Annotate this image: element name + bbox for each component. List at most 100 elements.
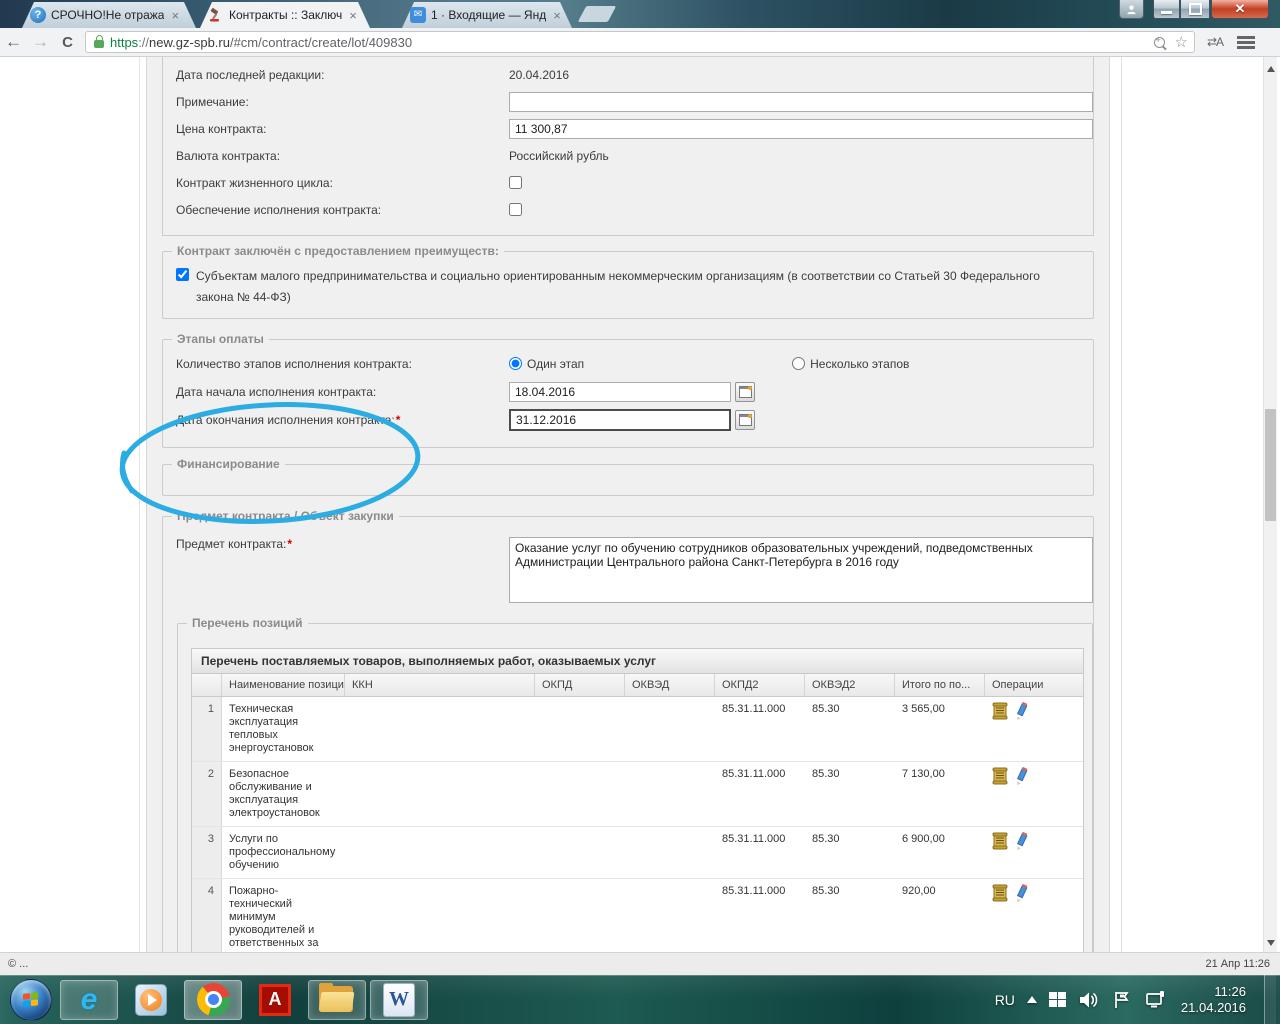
characteristics-scroll-icon[interactable] (992, 832, 1009, 851)
network-icon[interactable] (1143, 990, 1167, 1009)
enforcement-checkbox[interactable] (509, 203, 522, 216)
start-date-input[interactable] (509, 381, 731, 402)
chrome-menu-icon[interactable] (1237, 35, 1256, 49)
window-minimize-button[interactable] (1153, 0, 1180, 19)
column-header-okpd2[interactable]: ОКПД2 (715, 674, 805, 696)
position-okved2: 85.30 (812, 768, 840, 780)
note-input[interactable] (509, 91, 1093, 112)
url-text[interactable]: https://new.gz-spb.ru/#cm/contract/creat… (110, 35, 1146, 50)
taskbar-media-player-button[interactable] (122, 980, 180, 1020)
language-indicator[interactable]: RU (995, 992, 1015, 1008)
action-center-flag-icon[interactable] (1113, 991, 1131, 1009)
currency-value: Российский рубль (509, 148, 609, 163)
position-kkn (345, 827, 535, 878)
last-edit-value: 20.04.2016 (509, 67, 570, 82)
subject-textarea[interactable]: Оказание услуг по обучению сотрудников о… (509, 537, 1093, 603)
window-restore-button[interactable] (1180, 0, 1210, 19)
profile-button[interactable] (1119, 0, 1144, 19)
page-scrollbar[interactable] (1263, 57, 1277, 952)
table-row: 2 Безопасное обслуживание и эксплуатация… (192, 762, 1083, 827)
tab-title: 1 · Входящие — Янд (431, 8, 547, 22)
lifecycle-label: Контракт жизненного цикла: (176, 175, 333, 190)
financing-fieldset: Финансирование (162, 457, 1094, 496)
position-total: 3 565,00 (902, 703, 945, 715)
one-stage-radio[interactable] (509, 357, 522, 370)
taskbar-internet-explorer-button[interactable]: e (60, 979, 118, 1020)
folder-icon (318, 982, 355, 1014)
position-okpd (535, 762, 625, 826)
translate-icon[interactable]: ⇄A (1207, 35, 1224, 49)
advantages-checkbox[interactable] (176, 268, 189, 281)
row-number: 1 (192, 697, 222, 761)
column-header-kkn[interactable]: ККН (345, 674, 535, 696)
column-header-okved2[interactable]: ОКВЭД2 (805, 674, 895, 696)
position-okved2: 85.30 (812, 703, 840, 715)
contract-form-panel: Дата последней редакции: 20.04.2016 Прим… (146, 57, 1110, 952)
bookmark-star-icon[interactable]: ☆ (1175, 33, 1188, 51)
position-total: 7 130,00 (902, 768, 945, 780)
column-header-name[interactable]: Наименование позиции (222, 674, 345, 696)
position-name: Услуги по профессиональному обучению (229, 833, 336, 871)
lifecycle-checkbox[interactable] (509, 176, 522, 189)
edit-pencil-icon[interactable] (1014, 767, 1030, 786)
position-okpd (535, 697, 625, 761)
get-windows10-flag-icon[interactable] (1048, 991, 1067, 1008)
positions-grid: Перечень поставляемых товаров, выполняем… (191, 648, 1084, 952)
column-header-operations[interactable]: Операции (985, 674, 1083, 696)
price-input[interactable] (509, 118, 1093, 139)
column-header-okved[interactable]: ОКВЭД (625, 674, 715, 696)
internet-explorer-icon: e (80, 982, 98, 1016)
start-date-calendar-button[interactable] (735, 381, 755, 402)
positions-fieldset: Перечень позиций Перечень поставляемых т… (177, 616, 1093, 952)
tab-close-icon[interactable]: × (347, 9, 359, 22)
taskbar-word-button[interactable]: W (370, 979, 428, 1020)
tab-title: СРОЧНО!Не отража (51, 8, 165, 22)
position-okpd (535, 827, 625, 878)
edit-pencil-icon[interactable] (1014, 702, 1030, 721)
end-date-input-focused[interactable] (509, 408, 731, 431)
window-close-button[interactable]: ✕ (1211, 0, 1269, 19)
scrollbar-thumb[interactable] (1265, 409, 1276, 521)
url-path: /#cm/contract/create/lot/409830 (229, 34, 413, 50)
taskbar-chrome-button[interactable] (184, 979, 242, 1020)
edit-pencil-icon[interactable] (1014, 832, 1030, 851)
scroll-down-arrow-icon[interactable] (1267, 940, 1275, 946)
many-stages-radio[interactable] (792, 357, 806, 370)
position-total: 6 900,00 (902, 833, 945, 845)
show-hidden-icons-button[interactable] (1026, 996, 1037, 1003)
calendar-icon (738, 385, 752, 398)
tab-close-icon[interactable]: × (169, 9, 181, 22)
tab-close-icon[interactable]: × (551, 9, 563, 22)
reload-button[interactable]: C (54, 34, 81, 51)
row-operations (985, 827, 1083, 878)
characteristics-scroll-icon[interactable] (992, 702, 1009, 721)
last-edit-label: Дата последней редакции: (176, 67, 325, 82)
taskbar-file-explorer-button[interactable] (308, 979, 366, 1020)
browser-tab-2-active[interactable]: Контракты :: Заключ × (200, 2, 370, 28)
tray-clock[interactable]: 11:26 21.04.2016 (1181, 984, 1246, 1016)
column-header[interactable] (192, 674, 222, 696)
address-bar[interactable]: https://new.gz-spb.ru/#cm/contract/creat… (85, 31, 1195, 53)
browser-tab-3[interactable]: ✉ 1 · Входящие — Янд × (402, 2, 572, 28)
calendar-icon (738, 413, 752, 426)
word-icon: W (383, 982, 415, 1017)
advantages-legend: Контракт заключён с предоставлением преи… (172, 244, 504, 258)
scroll-up-arrow-icon[interactable] (1267, 66, 1275, 72)
start-button[interactable] (10, 978, 52, 1021)
url-domain: new.gz-spb.ru (149, 34, 230, 50)
end-date-calendar-button[interactable] (735, 409, 755, 430)
characteristics-scroll-icon[interactable] (992, 884, 1009, 903)
back-button[interactable]: ← (0, 32, 27, 52)
volume-icon[interactable] (1079, 991, 1101, 1009)
position-kkn (345, 762, 535, 826)
show-desktop-button[interactable] (1264, 975, 1276, 1024)
characteristics-scroll-icon[interactable] (992, 767, 1009, 786)
forward-button[interactable]: → (27, 32, 54, 52)
column-header-total[interactable]: Итого по по... (895, 674, 985, 696)
taskbar-adobe-reader-button[interactable]: A (246, 980, 304, 1020)
page-zoom-icon[interactable] (1153, 35, 1165, 48)
edit-pencil-icon[interactable] (1014, 884, 1030, 903)
column-header-okpd[interactable]: ОКПД (535, 674, 625, 696)
browser-tab-1[interactable]: ? СРОЧНО!Не отража × (22, 2, 196, 28)
new-tab-button[interactable] (577, 6, 617, 22)
